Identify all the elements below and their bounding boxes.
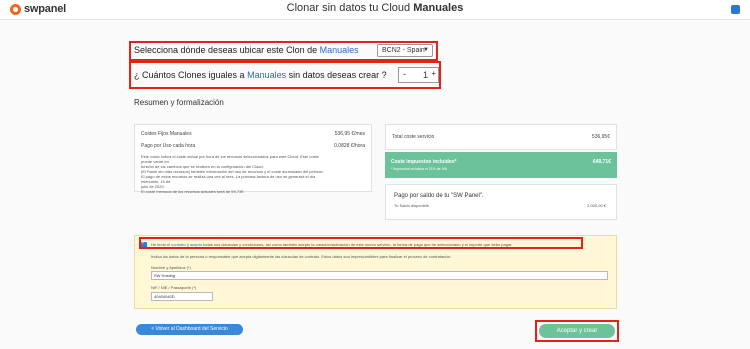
hourly-cost-value: 0,0828 €/hora — [334, 143, 365, 149]
location-question-accent: Manuales — [319, 45, 359, 55]
costs-card: Costes Fijos Manuales 536,95 €/mes Pago … — [134, 124, 372, 194]
taxes-value: 649,71€ — [592, 159, 611, 165]
page-title-emphasis: Manuales — [413, 2, 464, 14]
location-select-value: BCN2 - Spain — [382, 47, 425, 54]
clones-question: ¿ Cuántos Clones iguales a Manuales sin … — [134, 70, 387, 80]
decrement-button[interactable]: - — [403, 69, 406, 79]
total-value: 536,95€ — [591, 134, 610, 140]
clones-quantity-value[interactable]: 1 — [423, 70, 428, 80]
taxes-note: * Impuestos incluidos el 21% de IVA — [391, 167, 447, 171]
name-input[interactable]: SW Hosting — [151, 271, 608, 280]
back-to-dashboard-button[interactable]: < Volver al Dashboard del Servicio — [136, 324, 243, 335]
name-field-label: Nombre y Apellidos (*) — [151, 265, 191, 270]
clones-question-accent: Manuales — [247, 70, 287, 80]
top-bar: swpanel Clonar sin datos tu Cloud Manual… — [0, 0, 750, 20]
hourly-cost-label: Pago por Uso cada hora — [141, 143, 196, 149]
fixed-costs-value: 536,95 €/mes — [334, 131, 365, 137]
user-menu-icon[interactable] — [731, 5, 740, 14]
taxes-label: Coste impuestos incluidos* — [391, 159, 457, 165]
nif-field-label: NIF / NIE / Passaporte (*) — [151, 285, 197, 290]
location-question: Selecciona dónde deseas ubicar este Clon… — [134, 45, 359, 55]
increment-button[interactable]: + — [431, 69, 436, 78]
balance-value: 2.000,00 € — [587, 203, 606, 208]
balance-label: Tu Saldo disponible — [394, 203, 429, 208]
summary-title: Resumen y formalización — [134, 98, 224, 107]
total-label: Total coste servicio — [392, 134, 435, 140]
clones-quantity-stepper[interactable]: - 1 + — [398, 67, 439, 83]
location-select[interactable]: BCN2 - Spain ▼ — [377, 44, 433, 57]
balance-card: Pago por saldo de tu "SW Panel". Tu Sald… — [385, 184, 617, 220]
chevron-down-icon: ▼ — [423, 47, 429, 53]
contract-info-text: Indica los datos de la persona o respons… — [151, 254, 452, 259]
nif-input[interactable]: 40404040D — [151, 292, 213, 301]
total-card: Total coste servicio 536,95€ — [385, 124, 617, 150]
accept-and-create-button[interactable]: Aceptar y crear — [539, 324, 615, 338]
cost-notes: Este coste indica el coste actual por ho… — [141, 154, 324, 194]
taxes-summary: Coste impuestos incluidos* 649,71€ * Imp… — [385, 152, 617, 178]
page-title-prefix: Clonar sin datos tu Cloud — [286, 2, 411, 14]
balance-title: Pago por saldo de tu "SW Panel". — [394, 193, 484, 199]
fixed-costs-label: Costes Fijos Manuales — [141, 131, 192, 137]
accept-highlight-frame — [139, 237, 583, 249]
page-title: Clonar sin datos tu Cloud Manuales — [0, 2, 750, 14]
